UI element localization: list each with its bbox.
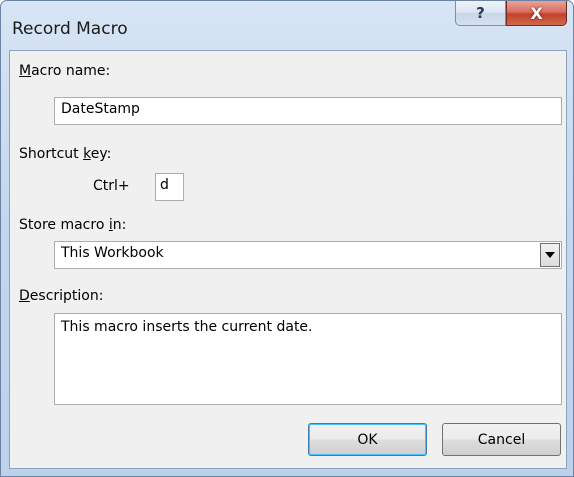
dialog-body: Macro name: DateStamp Shortcut key: Ctrl… [9,50,567,469]
description-label: Description: [19,288,104,304]
description-textarea[interactable]: This macro inserts the current date. [54,313,562,405]
ok-button[interactable]: OK [308,423,427,456]
cancel-button[interactable]: Cancel [442,423,561,456]
dropdown-arrow-icon[interactable] [540,243,560,267]
dialog-title: Record Macro [12,19,128,39]
help-button[interactable]: ? [455,1,506,26]
macro-name-input[interactable]: DateStamp [54,97,562,125]
store-macro-select[interactable]: This Workbook [54,241,562,269]
store-macro-in-label: Store macro in: [19,217,127,233]
macro-name-label: Macro name: [19,63,111,79]
store-macro-selected-value: This Workbook [61,245,164,261]
record-macro-dialog: Record Macro ? X Macro name: DateStamp S… [0,0,574,477]
shortcut-key-label: Shortcut key: [19,146,112,162]
shortcut-key-input[interactable]: d [155,173,184,201]
close-button[interactable]: X [506,1,567,26]
close-icon: X [530,3,543,23]
ctrl-prefix-label: Ctrl+ [93,178,130,194]
help-icon: ? [476,4,485,22]
